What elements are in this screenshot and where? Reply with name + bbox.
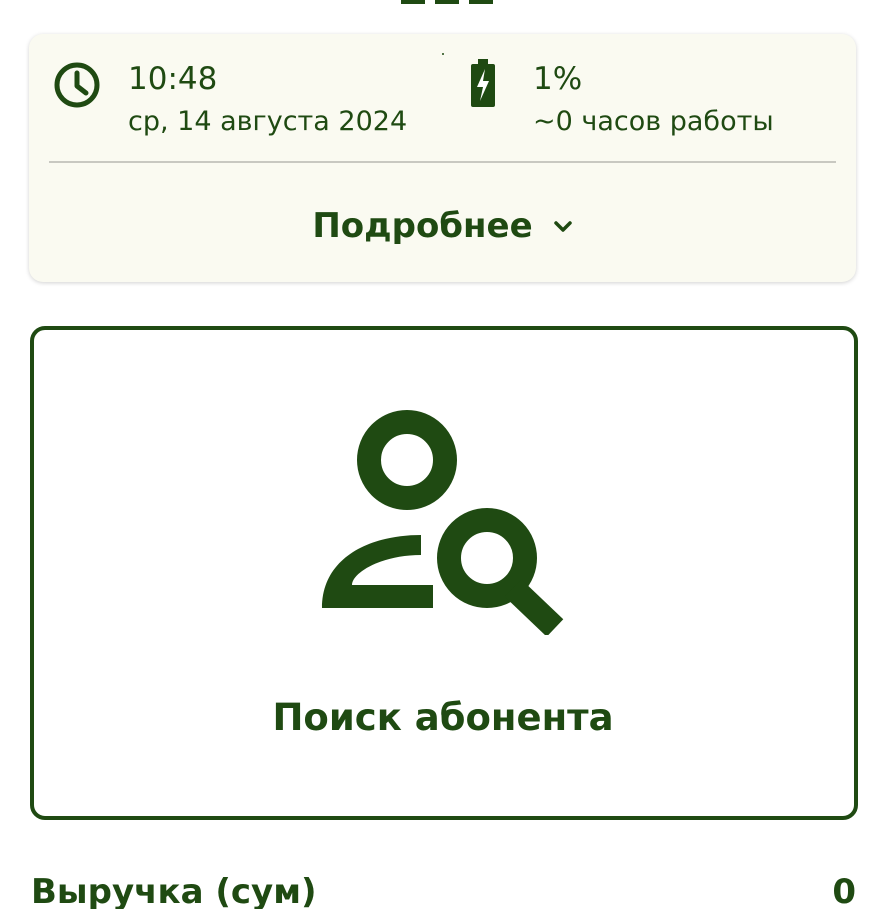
battery-status-block: 1% ~0 часов работы [533, 58, 774, 144]
details-expand-button[interactable]: Подробнее [300, 196, 585, 256]
top-cropped-heading-fragment [401, 0, 493, 4]
battery-remaining-time: ~0 часов работы [533, 106, 774, 137]
heading-fragment-bar [401, 0, 425, 4]
card-dot [442, 53, 444, 55]
user-search-icon [322, 410, 564, 635]
time-date-block: 10:48 ср, 14 августа 2024 [128, 58, 407, 144]
current-time: 10:48 [128, 61, 218, 97]
heading-fragment-bar [435, 0, 459, 4]
battery-charging-icon [471, 59, 495, 107]
details-label: Подробнее [312, 206, 533, 246]
clock-icon [54, 62, 100, 108]
subscriber-search-label: Поиск абонента [272, 696, 614, 739]
card-divider [49, 161, 836, 163]
current-date: ср, 14 августа 2024 [128, 106, 408, 137]
chevron-down-icon [553, 221, 572, 232]
battery-percent: 1% [533, 61, 583, 97]
revenue-label: Выручка (сум) [31, 872, 317, 909]
main-screen: 10:48 ср, 14 августа 2024 1% ~0 часов ра… [0, 0, 886, 909]
heading-fragment-bar [469, 0, 493, 4]
revenue-value: 0 [832, 872, 856, 909]
